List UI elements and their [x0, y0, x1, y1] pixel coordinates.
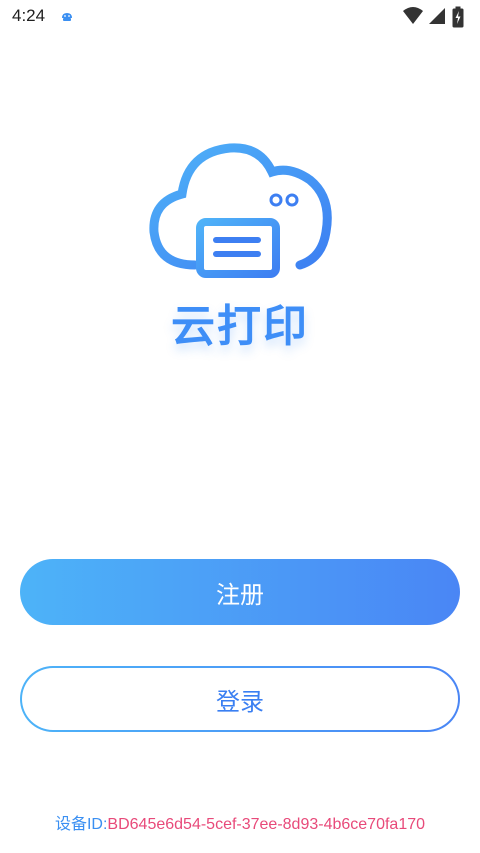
app-notification-icon — [60, 9, 74, 23]
status-bar: 4:24 — [0, 0, 480, 34]
logo-text: 云打印 — [171, 301, 309, 352]
app-logo: 云打印 — [140, 140, 340, 352]
wifi-icon — [403, 7, 423, 24]
register-button[interactable]: 注册 — [20, 559, 460, 625]
login-button[interactable]: 登录 — [20, 666, 460, 732]
battery-charging-icon — [452, 6, 464, 28]
device-id: 设备ID:BD645e6d54-5cef-37ee-8d93-4b6ce70fa… — [0, 810, 480, 834]
device-id-label: 设备ID: — [54, 816, 108, 833]
status-time: 4:24 — [12, 6, 46, 25]
cellular-signal-icon — [429, 8, 445, 24]
cloud-printer-icon — [149, 143, 332, 278]
register-button-label: 注册 — [216, 580, 264, 609]
device-id-value: BD645e6d54-5cef-37ee-8d93-4b6ce70fa170 — [107, 816, 426, 833]
login-button-label: 登录 — [216, 687, 264, 716]
